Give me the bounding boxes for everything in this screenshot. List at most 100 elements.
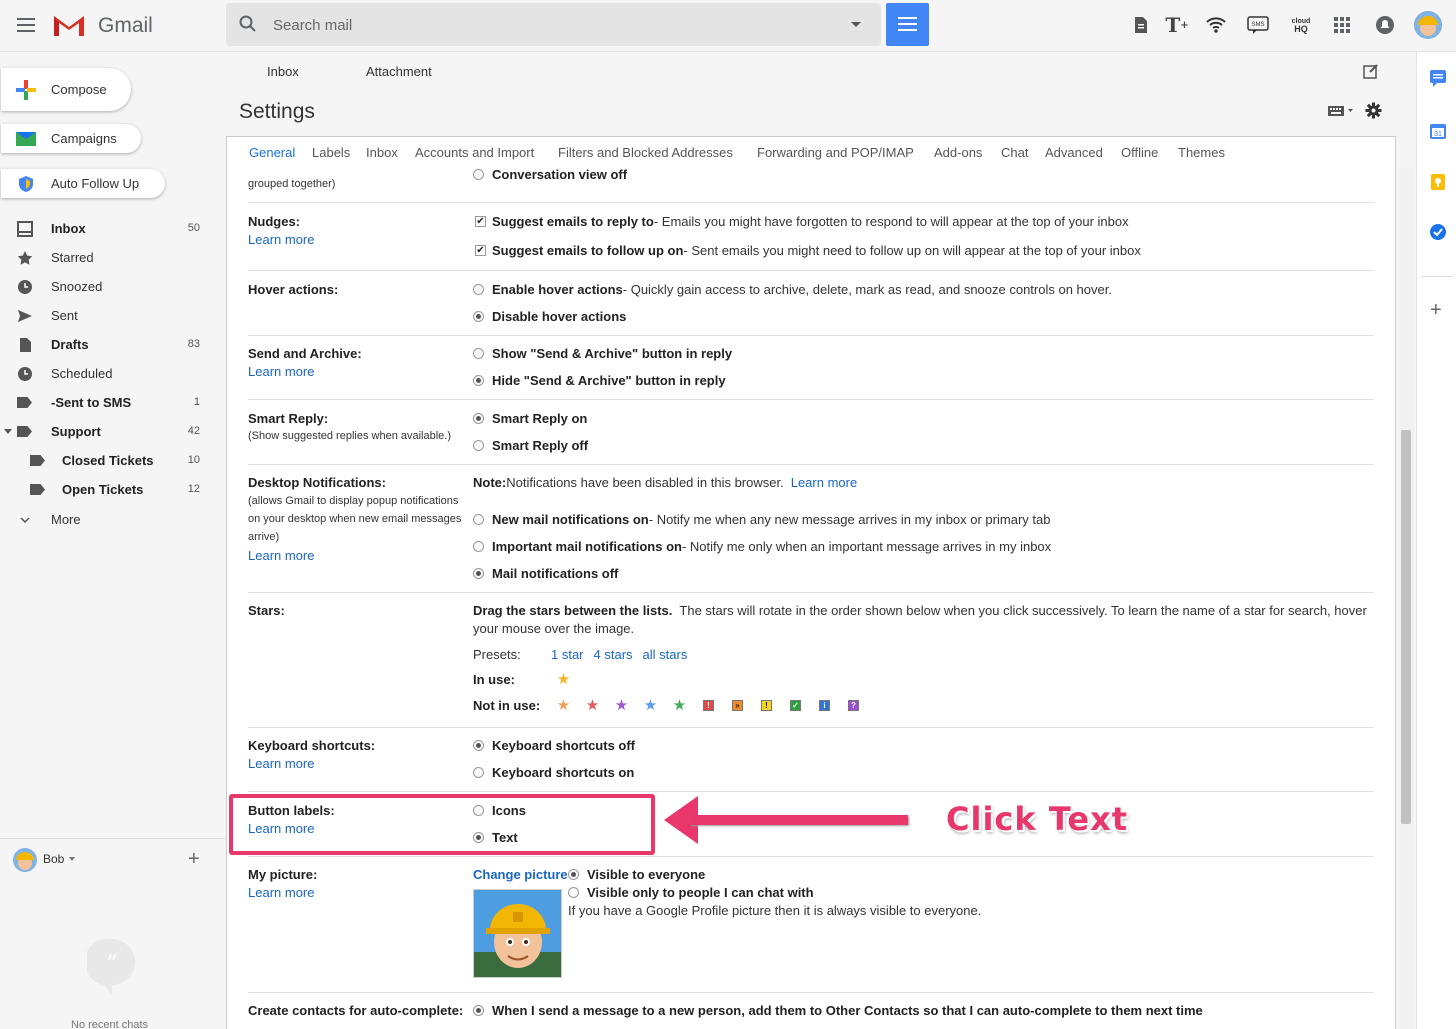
nav-item-snoozed[interactable]: Snoozed <box>0 272 225 301</box>
search-icon[interactable] <box>239 15 257 33</box>
important-mail-notifications-radio[interactable] <box>473 541 484 552</box>
search-options-dropdown-icon[interactable] <box>851 22 861 27</box>
enable-hover-option[interactable]: Enable hover actions - Quickly gain acce… <box>473 282 1112 297</box>
smart-reply-on-option[interactable]: Smart Reply on <box>473 411 587 426</box>
purple-star-icon[interactable]: ★ <box>607 696 636 714</box>
picture-visible-everyone-option[interactable]: Visible to everyone <box>568 867 705 882</box>
nudges-learn-more-link[interactable]: Learn more <box>248 232 314 247</box>
nav-item-closed-tickets[interactable]: Closed Tickets 10 <box>0 446 225 475</box>
expand-arrow-icon[interactable] <box>4 429 12 434</box>
new-mail-notifications-option[interactable]: New mail notifications on - Notify me wh… <box>473 512 1050 527</box>
nav-item-sent-to-sms[interactable]: -Sent to SMS 1 <box>0 388 225 417</box>
calendar-icon[interactable]: 31 <box>1429 122 1447 140</box>
enable-hover-radio[interactable] <box>473 284 484 295</box>
gmail-logo-icon[interactable] <box>52 12 86 38</box>
orange-star-icon[interactable]: ★ <box>549 696 578 714</box>
keyboard-icon[interactable] <box>1327 104 1355 118</box>
disable-hover-option[interactable]: Disable hover actions <box>473 309 626 324</box>
yellow-star-icon[interactable]: ★ <box>549 670 578 688</box>
cloudhq-icon[interactable]: cloud HQ <box>1290 14 1312 36</box>
green-star-icon[interactable]: ★ <box>665 696 694 714</box>
nav-item-more[interactable]: More <box>0 505 225 534</box>
tab-inbox[interactable]: Inbox <box>267 64 299 79</box>
purple-question-icon[interactable]: ? <box>848 699 859 711</box>
nav-item-drafts[interactable]: Drafts 83 <box>0 330 225 359</box>
keyboard-shortcuts-learn-more-link[interactable]: Learn more <box>248 756 314 771</box>
nav-item-starred[interactable]: Starred <box>0 243 225 272</box>
nudge-reply-checkbox[interactable]: ✔ <box>475 216 486 227</box>
nudge-follow-up-option[interactable]: ✔ Suggest emails to follow up on - Sent e… <box>475 243 1141 258</box>
keyboard-shortcuts-on-radio[interactable] <box>473 767 484 778</box>
smart-reply-on-radio[interactable] <box>473 413 484 424</box>
tab-labels[interactable]: Labels <box>312 145 350 160</box>
important-mail-notifications-option[interactable]: Important mail notifications on - Notify… <box>473 539 1051 554</box>
green-check-icon[interactable]: ✓ <box>790 699 801 711</box>
sms-icon[interactable]: SMS <box>1247 14 1269 36</box>
keyboard-shortcuts-off-radio[interactable] <box>473 740 484 751</box>
red-star-icon[interactable]: ★ <box>578 696 607 714</box>
get-addons-plus-icon[interactable]: + <box>1430 299 1442 322</box>
apps-grid-icon[interactable] <box>1331 14 1353 36</box>
wifi-icon[interactable] <box>1205 14 1227 36</box>
notifications-icon[interactable] <box>1374 14 1396 36</box>
tab-advanced[interactable]: Advanced <box>1045 145 1103 160</box>
picture-visible-chat-option[interactable]: Visible only to people I can chat with <box>568 885 814 900</box>
notifications-note-learn-more-link[interactable]: Learn more <box>791 475 857 490</box>
tab-chat[interactable]: Chat <box>1001 145 1028 160</box>
yellow-bang-icon[interactable]: ! <box>761 699 772 711</box>
scrollbar-thumb[interactable] <box>1401 430 1411 824</box>
nav-item-open-tickets[interactable]: Open Tickets 12 <box>0 475 225 504</box>
font-tool-icon[interactable]: T + <box>1165 13 1188 37</box>
show-send-archive-option[interactable]: Show "Send & Archive" button in reply <box>473 346 732 361</box>
new-chat-plus-icon[interactable]: + <box>188 848 200 871</box>
edit-icon[interactable] <box>1363 63 1379 79</box>
blue-star-icon[interactable]: ★ <box>636 696 665 714</box>
mail-notifications-off-option[interactable]: Mail notifications off <box>473 566 618 581</box>
nudge-follow-up-checkbox[interactable]: ✔ <box>475 245 486 256</box>
tasks-icon[interactable] <box>1429 223 1447 241</box>
desktop-notifications-learn-more-link[interactable]: Learn more <box>248 548 314 563</box>
settings-scrollbar[interactable] <box>1399 168 1414 1029</box>
tab-attachment[interactable]: Attachment <box>366 64 432 79</box>
keyboard-shortcuts-on-option[interactable]: Keyboard shortcuts on <box>473 765 634 780</box>
nav-item-scheduled[interactable]: Scheduled <box>0 359 225 388</box>
search-bar[interactable]: Search mail <box>226 3 881 46</box>
search-input[interactable]: Search mail <box>273 17 352 34</box>
disable-hover-radio[interactable] <box>473 311 484 322</box>
filter-menu-button[interactable] <box>886 3 929 46</box>
hide-send-archive-option[interactable]: Hide "Send & Archive" button in reply <box>473 373 726 388</box>
tab-accounts[interactable]: Accounts and Import <box>415 145 534 160</box>
tab-forwarding[interactable]: Forwarding and POP/IMAP <box>757 145 914 160</box>
change-picture-link[interactable]: Change picture <box>473 867 568 882</box>
keyboard-shortcuts-off-option[interactable]: Keyboard shortcuts off <box>473 738 635 753</box>
chat-panel-icon[interactable] <box>1429 69 1447 87</box>
main-menu-icon[interactable] <box>17 18 35 32</box>
hangouts-user-row[interactable]: Bob + <box>0 838 225 878</box>
picture-visible-everyone-radio[interactable] <box>568 869 579 880</box>
hide-send-archive-radio[interactable] <box>473 375 484 386</box>
gear-icon[interactable] <box>1365 102 1382 119</box>
nav-item-inbox[interactable]: Inbox 50 <box>0 214 225 243</box>
smart-reply-off-radio[interactable] <box>473 440 484 451</box>
nudge-reply-option[interactable]: ✔ Suggest emails to reply to - Emails you… <box>475 214 1129 229</box>
mail-notifications-off-radio[interactable] <box>473 568 484 579</box>
preset-all-stars-link[interactable]: all stars <box>643 647 688 662</box>
send-archive-learn-more-link[interactable]: Learn more <box>248 364 314 379</box>
conversation-view-off-option[interactable]: Conversation view off <box>473 168 627 182</box>
preset-1-star-link[interactable]: 1 star <box>551 647 584 662</box>
picture-visible-chat-radio[interactable] <box>568 887 579 898</box>
account-avatar[interactable] <box>1414 11 1442 39</box>
tab-filters[interactable]: Filters and Blocked Addresses <box>558 145 733 160</box>
tab-themes[interactable]: Themes <box>1178 145 1225 160</box>
tab-addons[interactable]: Add-ons <box>934 145 982 160</box>
document-icon[interactable] <box>1130 14 1152 36</box>
status-dropdown-icon[interactable] <box>69 857 75 861</box>
tab-inbox-settings[interactable]: Inbox <box>366 145 398 160</box>
nav-item-support[interactable]: Support 42 <box>0 417 225 446</box>
preset-4-stars-link[interactable]: 4 stars <box>594 647 633 662</box>
new-mail-notifications-radio[interactable] <box>473 514 484 525</box>
conversation-view-off-radio[interactable] <box>473 169 484 180</box>
keep-icon[interactable] <box>1429 173 1447 191</box>
orange-guillemet-icon[interactable]: » <box>732 699 743 711</box>
auto-follow-up-button[interactable]: Auto Follow Up <box>1 169 165 198</box>
